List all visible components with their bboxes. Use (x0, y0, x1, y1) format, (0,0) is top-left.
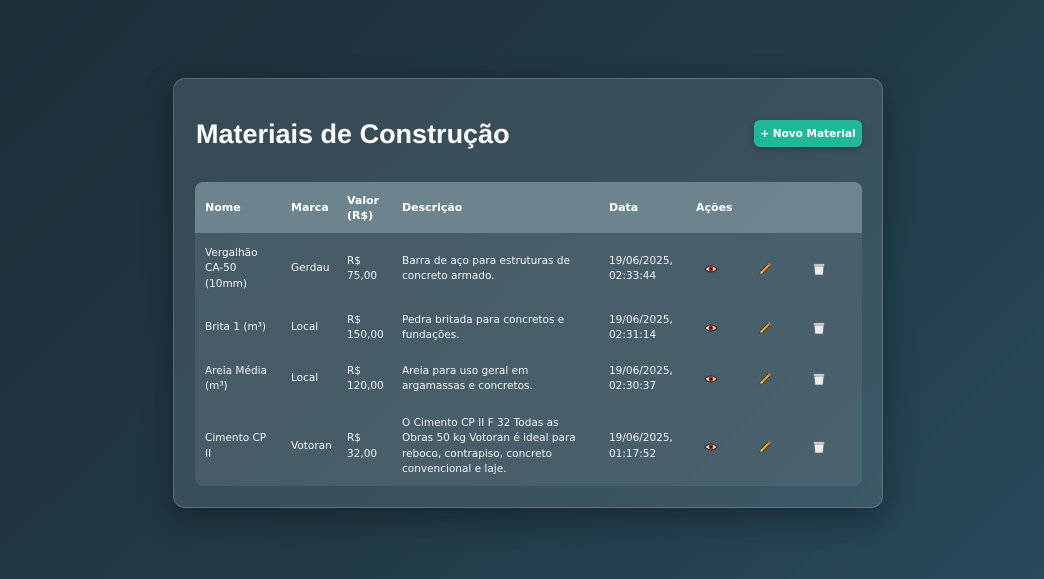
cell-marca: Local (291, 321, 319, 334)
eye-icon[interactable] (703, 261, 719, 277)
cell-data: 19/06/2025, 02:33:44 (609, 254, 673, 283)
pencil-icon[interactable] (757, 261, 773, 277)
trash-icon[interactable] (811, 371, 827, 387)
trash-icon[interactable] (811, 261, 827, 277)
page-title: Materiais de Construção (196, 119, 510, 149)
cell-nome: Cimento CP II (205, 432, 267, 460)
column-header-data: Data (609, 201, 639, 214)
trash-icon[interactable] (811, 439, 827, 455)
cell-nome: Brita 1 (m³) (205, 321, 266, 334)
cell-data: 19/06/2025, 02:31:14 (609, 313, 673, 342)
pencil-icon[interactable] (757, 320, 773, 336)
cell-acoes (686, 351, 862, 407)
cell-descricao: Barra de aço para estruturas de concreto… (402, 254, 570, 283)
materials-table: Nome Marca Valor (R$) Descrição Data Açõ… (195, 182, 862, 486)
cell-acoes (686, 233, 862, 305)
new-material-button[interactable]: + Novo Material (754, 120, 862, 147)
cell-valor: R$ 75,00 (347, 254, 378, 283)
column-header-valor: Valor (R$) (347, 193, 380, 222)
cell-data: 19/06/2025, 01:17:52 (609, 432, 673, 460)
pencil-icon[interactable] (757, 439, 773, 455)
cell-acoes (686, 407, 862, 486)
table-header-row: Nome Marca Valor (R$) Descrição Data Açõ… (195, 182, 862, 233)
column-header-descricao: Descrição (402, 201, 463, 214)
cell-marca: Local (291, 372, 319, 385)
pencil-icon[interactable] (757, 371, 773, 387)
materials-card: Materiais de Construção + Novo Material … (173, 78, 883, 508)
trash-icon[interactable] (811, 320, 827, 336)
table-row: Areia Média (m³) Local R$ 120,00 Areia p… (195, 351, 862, 407)
cell-valor: R$ 32,00 (347, 432, 378, 460)
column-header-acoes: Ações (696, 201, 733, 214)
table-row: Brita 1 (m³) Local R$ 150,00 Pedra brita… (195, 305, 862, 351)
cell-data: 19/06/2025, 02:30:37 (609, 364, 673, 393)
cell-valor: R$ 120,00 (347, 364, 384, 393)
table-row: Cimento CP II Votoran R$ 32,00 O Cimento… (195, 407, 862, 486)
eye-icon[interactable] (703, 439, 719, 455)
cell-descricao: Areia para uso geral em argamassas e con… (402, 364, 533, 393)
column-header-nome: Nome (205, 201, 241, 214)
cell-descricao: Pedra britada para concretos e fundações… (402, 313, 565, 342)
cell-descricao: O Cimento CP II F 32 Todas as Obras 50 k… (402, 416, 576, 476)
materials-table-container: Nome Marca Valor (R$) Descrição Data Açõ… (195, 182, 862, 486)
cell-marca: Gerdau (291, 262, 330, 275)
eye-icon[interactable] (703, 320, 719, 336)
cell-valor: R$ 150,00 (347, 313, 384, 342)
table-row: Vergalhão CA-50 (10mm) Gerdau R$ 75,00 B… (195, 233, 862, 305)
cell-acoes (686, 305, 862, 351)
cell-marca: Votoran (291, 439, 332, 452)
eye-icon[interactable] (703, 371, 719, 387)
cell-nome: Areia Média (m³) (205, 364, 267, 393)
column-header-marca: Marca (291, 201, 329, 214)
cell-nome: Vergalhão CA-50 (10mm) (205, 246, 258, 290)
